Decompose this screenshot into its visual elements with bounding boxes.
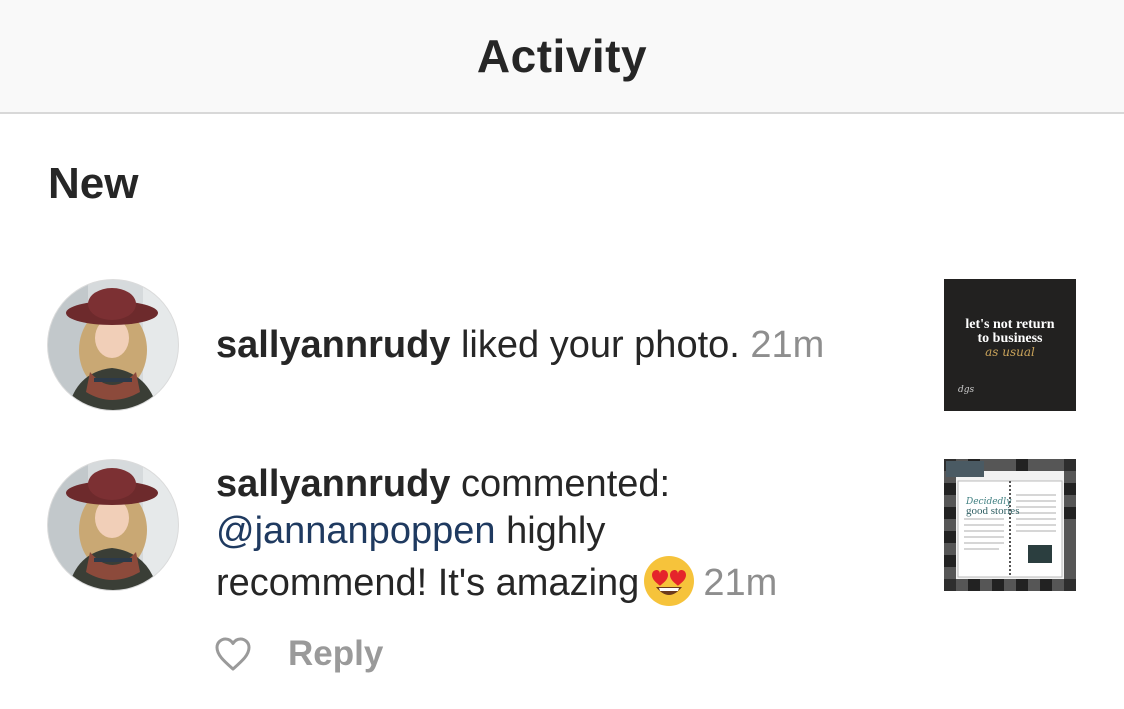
post-thumbnail[interactable]: let's not return to business as usual dg… bbox=[944, 279, 1076, 411]
section-title-new: New bbox=[48, 159, 139, 208]
mention-link[interactable]: @jannanpoppen bbox=[216, 510, 496, 552]
notification-text-like[interactable]: sallyannrudy liked your photo. 21m bbox=[216, 322, 824, 369]
avatar[interactable] bbox=[48, 280, 178, 410]
user-avatar-icon bbox=[48, 280, 178, 410]
comment-actions: Reply bbox=[214, 634, 383, 674]
book-photo-icon bbox=[944, 459, 1076, 591]
username[interactable]: sallyannrudy bbox=[216, 324, 450, 366]
notification-text-comment[interactable]: sallyannrudy commented: @jannanpoppen hi… bbox=[216, 461, 777, 607]
thumbnail-caption-line1: let's not return bbox=[965, 317, 1055, 332]
comment-text-part1: highly bbox=[506, 510, 606, 552]
notification-action: liked your photo. bbox=[460, 324, 740, 366]
thumbnail-title: good stories bbox=[966, 505, 1020, 517]
heart-outline-icon[interactable] bbox=[214, 636, 252, 672]
user-avatar-icon bbox=[48, 460, 178, 590]
username[interactable]: sallyannrudy bbox=[216, 463, 450, 505]
notification-action: commented: bbox=[460, 463, 671, 505]
comment-text-part2: recommend! It's amazing bbox=[216, 562, 640, 604]
reply-button[interactable]: Reply bbox=[288, 634, 383, 674]
avatar[interactable] bbox=[48, 460, 178, 590]
timestamp: 21m bbox=[703, 562, 778, 604]
page-title: Activity bbox=[476, 30, 648, 82]
thumbnail-caption-line2: to business bbox=[977, 331, 1043, 346]
heart-eyes-emoji-icon bbox=[644, 556, 695, 606]
post-thumbnail[interactable]: Decidedly good stories bbox=[944, 459, 1076, 591]
thumbnail-logo: dgs bbox=[958, 385, 975, 395]
thumbnail-script: as usual bbox=[985, 345, 1035, 359]
top-bar: Activity bbox=[0, 0, 1124, 114]
timestamp: 21m bbox=[750, 324, 825, 366]
